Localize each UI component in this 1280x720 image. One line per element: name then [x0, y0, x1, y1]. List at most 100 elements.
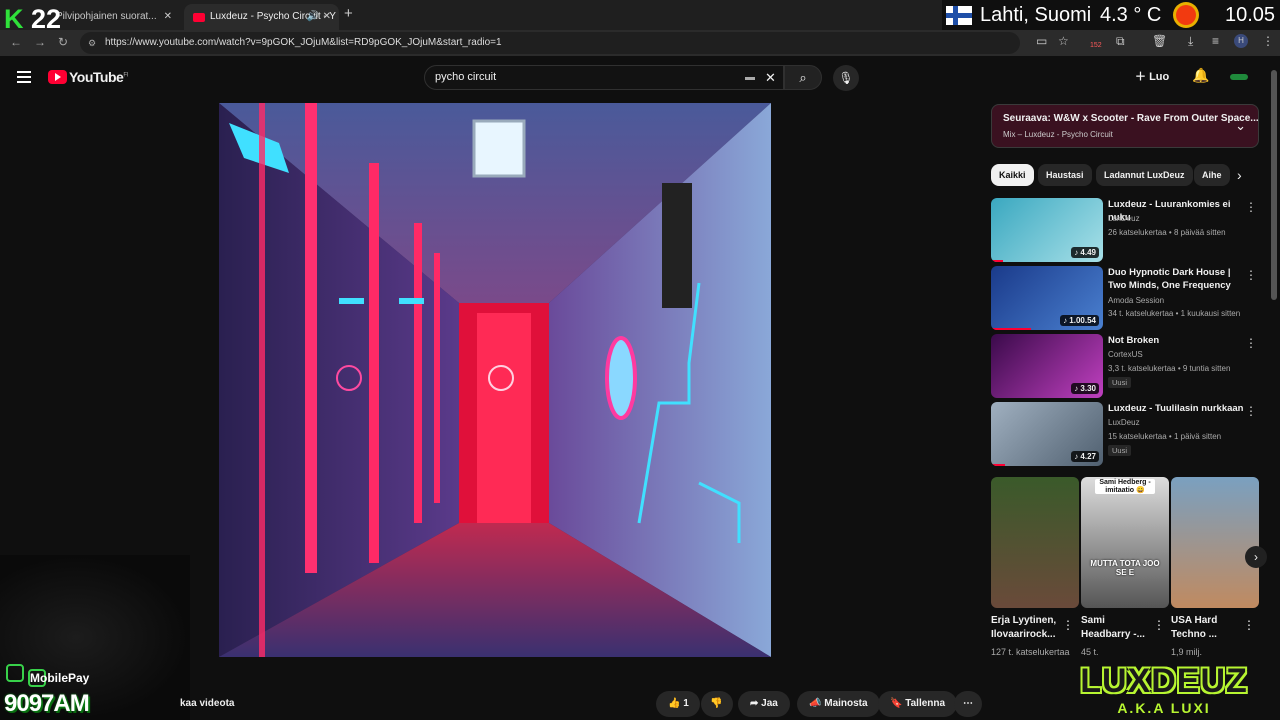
- url-field[interactable]: ⚙ https://www.youtube.com/watch?v=9pGOK_…: [80, 32, 1020, 54]
- watch-progress-bar: [991, 328, 1031, 330]
- duration-badge: ♪ 1.00.54: [1060, 315, 1099, 326]
- video-player[interactable]: [219, 103, 771, 657]
- profile-avatar[interactable]: H: [1234, 34, 1248, 48]
- more-options-icon[interactable]: ⋮: [1245, 404, 1257, 418]
- search-query: pycho circuit: [435, 71, 497, 83]
- video-title[interactable]: Luxdeuz - Tuulilasin nurkkaan: [1108, 402, 1248, 415]
- dislike-button[interactable]: 👎: [701, 691, 733, 717]
- cast-icon[interactable]: ▭: [1036, 34, 1047, 48]
- video-title[interactable]: Not Broken: [1108, 334, 1248, 347]
- extensions-icon[interactable]: ⧉: [1116, 34, 1125, 49]
- new-badge: Uusi: [1108, 377, 1132, 388]
- speaker-icon[interactable]: 🔊: [307, 4, 319, 30]
- site-info-icon[interactable]: ⚙: [88, 32, 96, 54]
- like-button[interactable]: 👍 1: [656, 691, 700, 717]
- more-options-icon[interactable]: ⋮: [1245, 268, 1257, 282]
- more-options-icon[interactable]: ⋮: [1245, 200, 1257, 214]
- close-icon[interactable]: ✕: [164, 4, 172, 30]
- microphone-icon: 🎙: [838, 71, 854, 85]
- channel-name[interactable]: LuxDeuz: [1108, 214, 1140, 223]
- trash-icon[interactable]: 🗑: [1152, 34, 1167, 48]
- list-item[interactable]: ♪ 3.30 Not Broken CortexUS 3,3 t. katsel…: [991, 334, 1261, 398]
- create-button[interactable]: ＋ Luo: [1135, 68, 1169, 84]
- search-button[interactable]: ⌕: [784, 65, 822, 90]
- video-title[interactable]: Duo Hypnotic Dark House | Two Minds, One…: [1108, 266, 1248, 292]
- list-item[interactable]: ♪ 4.27 Luxdeuz - Tuulilasin nurkkaan Lux…: [991, 402, 1261, 466]
- shorts-next-button[interactable]: ›: [1245, 546, 1267, 568]
- up-next-panel[interactable]: Seuraava: W&W x Scooter - Rave From Oute…: [991, 104, 1259, 148]
- share-button[interactable]: ➦ Jaa: [738, 691, 790, 717]
- channel-name[interactable]: LuxDeuz: [1108, 418, 1140, 427]
- advertise-button[interactable]: 📣 Mainosta: [797, 691, 880, 717]
- keyboard-icon[interactable]: ▬: [745, 66, 755, 89]
- download-video-text[interactable]: kaa videota: [180, 691, 234, 717]
- video-thumbnail[interactable]: ♪ 4.27: [991, 402, 1103, 466]
- list-item[interactable]: ♪ 4.49 Luxdeuz - Luurankomies ei nuku Lu…: [991, 198, 1261, 262]
- more-options-icon[interactable]: ⋮: [1245, 336, 1257, 350]
- channel-name[interactable]: Amoda Session: [1108, 296, 1164, 305]
- channel-name[interactable]: CortexUS: [1108, 350, 1143, 359]
- video-thumbnail[interactable]: ♪ 3.30: [991, 334, 1103, 398]
- hamburger-menu-icon[interactable]: [17, 71, 31, 83]
- short-thumbnail[interactable]: [1171, 477, 1259, 608]
- scrollbar[interactable]: [1271, 70, 1277, 300]
- up-next-title: Seuraava: W&W x Scooter - Rave From Oute…: [1003, 113, 1259, 124]
- back-icon[interactable]: ←: [10, 35, 22, 49]
- chip-kaikki[interactable]: Kaikki: [991, 164, 1034, 186]
- short-top-caption: Sami Hedberg -imitaatio 😄: [1095, 479, 1155, 494]
- chip-ladannut[interactable]: Ladannut LuxDeuz: [1096, 164, 1193, 186]
- video-thumbnail[interactable]: ♪ 4.49: [991, 198, 1103, 262]
- duration-badge: ♪ 3.30: [1071, 383, 1099, 394]
- up-next-subtitle: Mix – Luxdeuz - Psycho Circuit: [1003, 130, 1113, 139]
- download-icon[interactable]: ⤓: [1188, 34, 1193, 49]
- short-title[interactable]: Erja Lyytinen, Ilovaarirock...: [991, 614, 1063, 642]
- thumbs-up-icon: 👍: [668, 698, 681, 709]
- address-bar-row: ← → ↻ ⚙ https://www.youtube.com/watch?v=…: [0, 30, 1280, 56]
- youtube-logo[interactable]: YouTubeFI: [48, 69, 128, 85]
- tab-luxdeuz[interactable]: Luxdeuz - Psycho Circuit - Y 🔊 ✕: [184, 4, 339, 30]
- chip-aihe[interactable]: Aihe: [1194, 164, 1230, 186]
- youtube-favicon-icon: [193, 13, 205, 22]
- short-title[interactable]: USA Hard Techno ...: [1171, 614, 1243, 642]
- short-meta: 1,9 milj.: [1171, 647, 1203, 657]
- forward-icon[interactable]: →: [34, 35, 46, 49]
- advertise-label: Mainosta: [824, 698, 868, 709]
- short-thumbnail[interactable]: Sami Hedberg -imitaatio 😄 MUTTA TOTA JOO…: [1081, 477, 1169, 608]
- short-thumbnail[interactable]: [991, 477, 1079, 608]
- chevron-down-icon[interactable]: ⌄: [1235, 118, 1246, 134]
- weather-location: Lahti, Suomi: [980, 4, 1092, 26]
- more-options-icon[interactable]: ⋮: [1062, 618, 1074, 632]
- reading-list-icon[interactable]: ≡: [1212, 34, 1219, 48]
- browser-menu-icon[interactable]: ⋮: [1262, 34, 1274, 48]
- chip-haustasi[interactable]: Haustasi: [1038, 164, 1092, 186]
- video-meta: 3,3 t. katselukertaa • 9 tuntia sitten: [1108, 364, 1231, 373]
- brand-big: LUXDEUZ: [1080, 662, 1248, 700]
- more-actions-button[interactable]: ⋯: [954, 691, 982, 717]
- voice-search-button[interactable]: 🎙: [833, 65, 859, 91]
- mobilepay-overlay: MobilePay: [6, 664, 89, 687]
- short-title[interactable]: Sami Headbarry -...: [1081, 614, 1153, 642]
- short-overlay-text: MUTTA TOTA JOO SE E: [1090, 559, 1160, 577]
- brand-small: A.K.A LUXI: [1117, 700, 1211, 716]
- account-avatar[interactable]: [1230, 74, 1248, 80]
- close-icon[interactable]: ✕: [323, 4, 331, 30]
- list-item[interactable]: ♪ 1.00.54 Duo Hypnotic Dark House | Two …: [991, 266, 1261, 330]
- share-icon: ➦: [750, 698, 759, 709]
- chevron-right-icon: ›: [1254, 550, 1258, 564]
- bookmark-star-icon[interactable]: ☆: [1058, 34, 1069, 48]
- like-count: 1: [683, 698, 689, 709]
- reload-icon[interactable]: ↻: [58, 35, 68, 49]
- extension-badge[interactable]: 152: [1090, 42, 1102, 49]
- search-input[interactable]: pycho circuit ▬ ✕: [424, 65, 784, 90]
- chevron-right-icon[interactable]: ›: [1237, 167, 1242, 183]
- more-options-icon[interactable]: ⋮: [1243, 618, 1255, 632]
- notifications-bell-icon[interactable]: 🔔: [1192, 67, 1209, 84]
- video-thumbnail[interactable]: ♪ 1.00.54: [991, 266, 1103, 330]
- share-label: Jaa: [761, 698, 778, 709]
- duration-badge: ♪ 4.49: [1071, 247, 1099, 258]
- clear-search-icon[interactable]: ✕: [765, 66, 776, 89]
- new-tab-button[interactable]: +: [344, 4, 353, 24]
- more-options-icon[interactable]: ⋮: [1153, 618, 1165, 632]
- save-label: Tallenna: [905, 698, 946, 709]
- save-button[interactable]: 🔖 Tallenna: [878, 691, 958, 717]
